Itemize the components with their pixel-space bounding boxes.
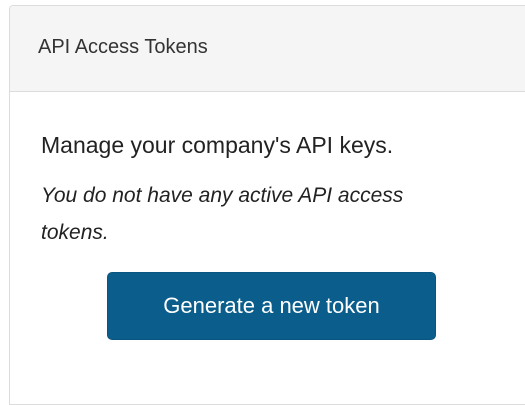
intro-text: Manage your company's API keys. <box>41 132 394 158</box>
panel-header: API Access Tokens <box>10 6 525 92</box>
generate-token-button[interactable]: Generate a new token <box>107 272 436 340</box>
empty-state-message: You do not have any active API access to… <box>41 184 404 244</box>
api-tokens-panel: API Access Tokens Manage your company's … <box>9 5 525 405</box>
panel-title: API Access Tokens <box>38 36 208 58</box>
panel-body: Manage your company's API keys. You do n… <box>10 92 525 340</box>
